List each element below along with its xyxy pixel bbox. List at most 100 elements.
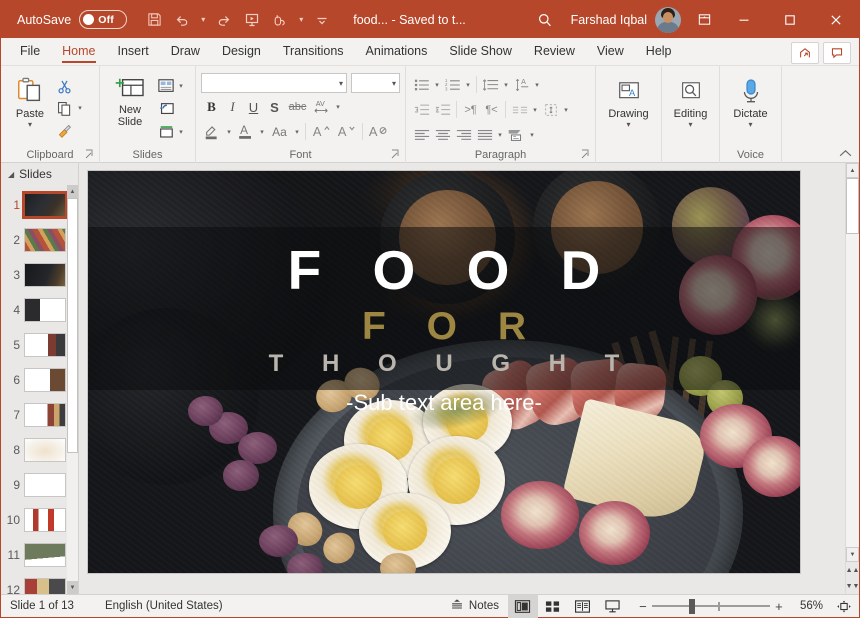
align-left-icon[interactable] [411,124,432,145]
change-case-icon[interactable]: Aa [267,121,292,142]
tab-design[interactable]: Design [211,38,272,65]
slide-canvas[interactable]: F O O D F O R T H O U G H T -Sub text ar… [88,171,800,573]
scroll-thumb[interactable] [846,178,859,234]
thumbnail-image[interactable] [24,332,66,357]
section-chevron-down-icon[interactable]: ▾ [176,122,186,143]
dictate-chevron-down-icon[interactable]: ▾ [748,121,752,129]
drawing-button[interactable]: A Drawing ▾ [601,77,656,129]
zoom-slider[interactable]: − + [628,595,794,618]
line-spacing-chevron-down-icon[interactable]: ▾ [501,74,511,95]
slide-subtitle[interactable]: -Sub text area here- [88,390,800,416]
slides-pane-header[interactable]: ◢ Slides [1,163,78,185]
zoom-level[interactable]: 56% [794,600,829,612]
tab-review[interactable]: Review [523,38,586,65]
justify-icon[interactable] [474,124,495,145]
bullets-icon[interactable] [411,74,432,95]
slide-vertical-scrollbar[interactable]: ▲ ▼ ▲▲ ▼▼ [845,163,859,594]
font-size-input[interactable]: ▾ [351,73,400,93]
new-slide-button[interactable]: New Slide [105,73,155,128]
tab-file[interactable]: File [9,38,51,65]
touch-mouse-mode-icon[interactable] [267,7,293,33]
text-highlight-chevron-down-icon[interactable]: ▾ [224,121,234,142]
font-name-input[interactable]: ▾ [201,73,347,93]
avatar[interactable] [655,6,681,33]
increase-indent-icon[interactable] [432,99,453,120]
slide-title-line-3[interactable]: T H O U G H T [88,350,800,378]
next-slide-icon[interactable]: ▼▼ [846,578,860,594]
dictate-button[interactable]: Dictate ▾ [725,75,776,129]
normal-view-icon[interactable] [507,594,538,618]
maximize-button[interactable] [767,1,813,38]
comments-icon[interactable] [823,42,851,64]
language-indicator[interactable]: English (United States) [83,595,232,618]
autosave-control[interactable]: AutoSave Off [17,10,128,29]
align-columns-icon[interactable] [509,99,530,120]
tab-draw[interactable]: Draw [160,38,211,65]
thumbnail-image[interactable] [22,190,68,219]
align-text-chevron-down-icon[interactable]: ▾ [561,99,571,120]
decrease-indent-icon[interactable] [411,99,432,120]
font-color-chevron-down-icon[interactable]: ▾ [257,121,267,142]
thumbnail-scroll-thumb[interactable] [67,198,78,453]
editing-button[interactable]: Editing ▾ [667,77,714,129]
zoom-slider-handle[interactable] [688,598,695,614]
thumbnail-image[interactable] [24,507,66,532]
thumbnail-image[interactable] [24,297,66,322]
customize-quick-access-toolbar-icon[interactable] [309,7,335,33]
text-direction-icon[interactable]: A [511,74,532,95]
cut-icon[interactable] [54,76,75,97]
thumbnail-image[interactable] [24,542,66,567]
italic-icon[interactable]: I [222,97,243,118]
convert-to-smartart-icon[interactable] [505,124,527,145]
strikethrough-icon[interactable]: abc [285,97,310,118]
slide-title-line-1[interactable]: F O O D [88,241,800,299]
collapse-triangle-icon[interactable]: ◢ [8,170,14,179]
scroll-up-icon[interactable]: ▲ [846,163,859,178]
redo-icon[interactable] [211,7,237,33]
drawing-chevron-down-icon[interactable]: ▾ [626,121,630,129]
undo-chevron-down-icon[interactable]: ▾ [197,7,209,33]
clipboard-dialog-launcher-icon[interactable] [84,149,95,160]
reading-view-icon[interactable] [568,595,598,618]
zoom-out-button[interactable]: − [634,599,652,614]
minimize-button[interactable] [721,1,767,38]
tab-view[interactable]: View [586,38,635,65]
columns-chevron-down-icon[interactable]: ▾ [530,99,540,120]
thumbnail-image[interactable] [24,227,66,252]
copy-icon[interactable] [54,98,75,119]
thumbnail-image[interactable] [24,577,66,594]
thumbnail-image[interactable] [24,402,66,427]
paste-chevron-down-icon[interactable]: ▾ [28,121,32,129]
close-button[interactable] [813,1,859,38]
character-spacing-icon[interactable]: AV [310,97,333,118]
tab-home[interactable]: Home [51,38,106,65]
search-icon[interactable] [527,5,563,35]
tab-animations[interactable]: Animations [355,38,439,65]
align-center-icon[interactable] [432,124,453,145]
save-icon[interactable] [141,7,167,33]
paste-button[interactable]: Paste ▾ [6,73,54,129]
slide-show-view-icon[interactable] [598,595,628,618]
thumbnail-scroll-up-icon[interactable]: ▲ [67,185,78,198]
font-name-chevron-down-icon[interactable]: ▾ [339,79,343,88]
tab-transitions[interactable]: Transitions [272,38,355,65]
slide-indicator[interactable]: Slide 1 of 13 [1,595,83,618]
thumbnail-scroll-down-icon[interactable]: ▼ [67,581,78,594]
slide-editing-stage[interactable]: F O O D F O R T H O U G H T -Sub text ar… [79,163,859,594]
slide-title-line-2[interactable]: F O R [88,305,800,348]
account-manager[interactable]: Farshad Iqbal [563,6,687,33]
format-painter-icon[interactable] [54,120,75,141]
font-dialog-launcher-icon[interactable] [390,149,401,160]
undo-icon[interactable] [169,7,195,33]
text-shadow-icon[interactable]: S [264,97,285,118]
slide-sorter-view-icon[interactable] [538,595,568,618]
align-text-icon[interactable] [540,99,561,120]
editing-chevron-down-icon[interactable]: ▾ [688,121,692,129]
font-color-icon[interactable]: A [234,121,257,142]
thumbnail-image[interactable] [24,367,66,392]
paragraph-dialog-launcher-icon[interactable] [580,149,591,160]
text-highlight-color-icon[interactable] [201,121,224,142]
tab-insert[interactable]: Insert [107,38,160,65]
numbering-chevron-down-icon[interactable]: ▾ [463,74,473,95]
fit-slide-to-window-icon[interactable] [829,595,859,618]
